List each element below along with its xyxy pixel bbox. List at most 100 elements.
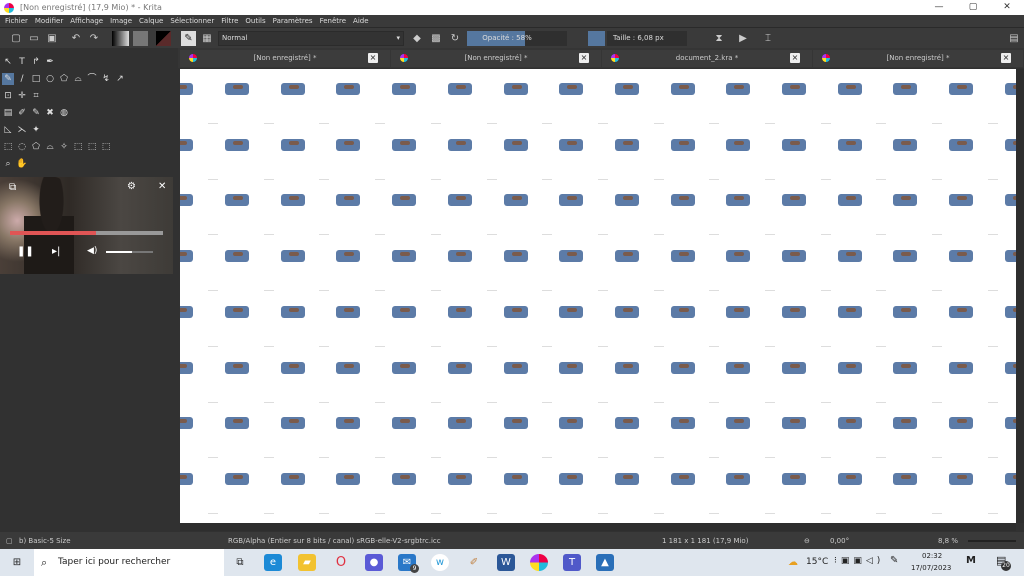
tab-document-4[interactable]: [Non enregistré] * × [813, 50, 1023, 67]
windows-start-icon[interactable]: ⊞ [8, 554, 26, 571]
redo-icon[interactable]: ↷ [88, 31, 100, 46]
tool-edit-7-icon[interactable]: ⬚ [100, 141, 112, 153]
tool-pen-3-icon[interactable]: ✖ [44, 107, 56, 119]
word-icon[interactable]: W [497, 554, 515, 571]
rotation-icon[interactable]: ⊖ [804, 537, 810, 545]
tool-brush-0-icon[interactable]: ◺ [2, 124, 14, 136]
dockers-icon[interactable]: ▤ [1008, 31, 1020, 46]
tool-transform-1-icon[interactable]: ✋ [16, 158, 28, 170]
close-tab-icon[interactable]: × [579, 53, 589, 63]
tool-edit-2-icon[interactable]: ⬠ [30, 141, 42, 153]
tool-text-1-icon[interactable]: / [16, 73, 28, 85]
tool-text-3-icon[interactable]: ○ [44, 73, 56, 85]
teams-icon[interactable]: T [563, 554, 581, 571]
drawing-canvas[interactable] [180, 69, 1016, 523]
tool-pen-2-icon[interactable]: ✎ [30, 107, 42, 119]
system-tray-icons[interactable]: ⁝▣▣◁) [834, 556, 884, 566]
notifications-icon[interactable]: ▤ 20 [996, 554, 1011, 571]
opacity-slider[interactable]: Opacité : 58% [467, 31, 567, 46]
mirror-horizontal-icon[interactable]: ⧗ [712, 31, 726, 46]
file-explorer-icon[interactable]: ▰ [298, 554, 316, 571]
zoom-slider[interactable] [968, 540, 1016, 542]
tool-line-1-icon[interactable]: ✛ [16, 90, 28, 102]
next-icon[interactable]: ▸| [52, 246, 60, 257]
tab-document-3[interactable]: document_2.kra * × [602, 50, 812, 67]
fg-bg-color-icon[interactable] [156, 31, 171, 46]
volume-slider[interactable] [106, 251, 153, 253]
menu-image[interactable]: Image [110, 17, 132, 25]
tool-select-1-icon[interactable]: T [16, 56, 28, 68]
blend-mode-select[interactable]: Normal ▾ [218, 31, 404, 46]
video-progress-bar[interactable] [10, 231, 163, 235]
volume-icon[interactable]: ◀) [87, 246, 97, 256]
close-tab-icon[interactable]: × [1001, 53, 1011, 63]
tool-text-2-icon[interactable]: □ [30, 73, 42, 85]
popout-icon[interactable]: ⧉ [9, 182, 16, 193]
tool-edit-6-icon[interactable]: ⬚ [86, 141, 98, 153]
tool-line-0-icon[interactable]: ⊡ [2, 90, 14, 102]
task-view-icon[interactable]: ⧉ [231, 554, 249, 571]
menu-modifier[interactable]: Modifier [35, 17, 63, 25]
open-folder-icon[interactable]: ▭ [28, 31, 40, 46]
tool-pen-4-icon[interactable]: ◍ [58, 107, 70, 119]
maximize-button[interactable]: ▢ [956, 0, 990, 15]
menu-parametres[interactable]: Paramètres [273, 17, 313, 25]
mirror-vertical-icon[interactable]: ▶ [736, 31, 750, 46]
close-icon[interactable]: ✕ [158, 181, 166, 192]
tool-text-0-icon[interactable]: ✎ [2, 73, 14, 85]
taskbar-search[interactable]: ⌕ Taper ici pour rechercher [34, 549, 224, 576]
brush-presets-grid-icon[interactable]: ▦ [201, 31, 213, 46]
w-app-icon[interactable]: w [431, 554, 449, 571]
tool-line-2-icon[interactable]: ⌗ [30, 90, 42, 102]
alpha-lock-icon[interactable]: ▩ [430, 31, 442, 46]
menu-selectionner[interactable]: Sélectionner [170, 17, 214, 25]
tool-edit-5-icon[interactable]: ⬚ [72, 141, 84, 153]
minimize-button[interactable]: — [922, 0, 956, 15]
tab-document-1[interactable]: [Non enregistré] * × [180, 50, 390, 67]
brush-preset-icon[interactable]: ✎ [181, 31, 196, 46]
clock-date[interactable]: 17/07/2023 [911, 564, 951, 572]
paint-icon[interactable]: ✐ [465, 554, 483, 571]
m-app-icon[interactable]: M [966, 555, 976, 566]
tool-text-5-icon[interactable]: ⌓ [72, 73, 84, 85]
menu-fenetre[interactable]: Fenêtre [320, 17, 346, 25]
tool-pen-0-icon[interactable]: ▤ [2, 107, 14, 119]
edge-icon[interactable]: e [264, 554, 282, 571]
tool-edit-1-icon[interactable]: ◌ [16, 141, 28, 153]
color-swatch[interactable] [588, 31, 605, 46]
gradient-icon[interactable] [112, 31, 129, 46]
vertical-scrollbar[interactable] [1016, 69, 1024, 523]
mail-icon[interactable]: ✉ 9 [398, 554, 419, 573]
weather-temp[interactable]: 15°C [806, 557, 828, 567]
menu-aide[interactable]: Aide [353, 17, 368, 25]
tool-select-0-icon[interactable]: ↖ [2, 56, 14, 68]
clock-time[interactable]: 02:32 [922, 552, 942, 560]
settings-icon[interactable]: ⚙ [127, 181, 136, 192]
tool-edit-3-icon[interactable]: ⌓ [44, 141, 56, 153]
close-button[interactable]: ✕ [990, 0, 1024, 15]
tool-brush-1-icon[interactable]: ⋋ [16, 124, 28, 136]
photos-icon[interactable]: ▲ [596, 554, 614, 571]
video-player[interactable] [0, 177, 173, 274]
tool-edit-4-icon[interactable]: ✧ [58, 141, 70, 153]
pattern-icon[interactable] [133, 31, 148, 46]
tab-document-2[interactable]: [Non enregistré] * × [391, 50, 601, 67]
tool-brush-2-icon[interactable]: ✦ [30, 124, 42, 136]
menu-affichage[interactable]: Affichage [70, 17, 103, 25]
pen-icon[interactable]: ✎ [890, 555, 898, 566]
tool-text-8-icon[interactable]: ↗ [114, 73, 126, 85]
tool-text-4-icon[interactable]: ⬠ [58, 73, 70, 85]
close-tab-icon[interactable]: × [368, 53, 378, 63]
opera-icon[interactable]: O [332, 554, 350, 571]
wrap-around-icon[interactable]: ⌶ [762, 31, 774, 46]
tool-text-7-icon[interactable]: ↯ [100, 73, 112, 85]
menu-fichier[interactable]: Fichier [5, 17, 28, 25]
undo-icon[interactable]: ↶ [70, 31, 82, 46]
size-slider[interactable]: Taille : 6,08 px [607, 31, 687, 46]
menu-filtre[interactable]: Filtre [221, 17, 238, 25]
pause-icon[interactable]: ❚❚ [17, 246, 34, 257]
chat-app-icon[interactable]: ● [365, 554, 383, 571]
eraser-icon[interactable]: ◆ [411, 31, 423, 46]
tool-text-6-icon[interactable]: ⌒ [86, 73, 98, 85]
horizontal-scrollbar[interactable] [180, 523, 1016, 531]
